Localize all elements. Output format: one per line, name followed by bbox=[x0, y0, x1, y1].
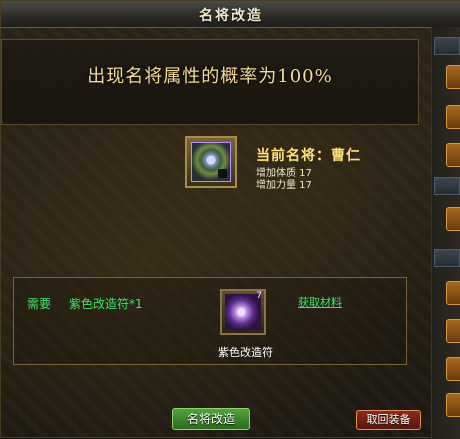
side-tab-button[interactable] bbox=[446, 281, 460, 305]
general-stat-constitution: 增加体质 17 bbox=[256, 168, 312, 179]
improve-general-button[interactable]: 名将改造 bbox=[172, 408, 250, 430]
side-tab-button[interactable] bbox=[446, 393, 460, 417]
reform-panel: 名将改造 出现名将属性的概率为100% 当前名将：曹仁 增加体质 17 增加力量… bbox=[0, 0, 460, 439]
side-tab-button[interactable] bbox=[446, 207, 460, 231]
current-general-name: 当前名将：曹仁 bbox=[256, 148, 361, 164]
material-slot[interactable]: 7 bbox=[220, 289, 266, 335]
side-strip-divider bbox=[434, 249, 460, 267]
probability-banner: 出现名将属性的概率为100% bbox=[1, 39, 419, 125]
window-title: 名将改造 bbox=[199, 8, 263, 24]
side-tab-button[interactable] bbox=[446, 319, 460, 343]
side-strip-divider bbox=[434, 37, 460, 55]
material-count: 7 bbox=[256, 291, 262, 301]
get-material-link[interactable]: 获取材料 bbox=[298, 294, 342, 310]
general-slot[interactable] bbox=[185, 136, 237, 188]
general-stat-strength: 增加力量 17 bbox=[256, 180, 312, 191]
probability-text: 出现名将属性的概率为100% bbox=[87, 66, 333, 87]
side-tab-button[interactable] bbox=[446, 357, 460, 381]
requirement-box bbox=[13, 277, 407, 365]
material-name: 紫色改造符 bbox=[218, 346, 273, 359]
title-bar: 名将改造 bbox=[1, 1, 460, 28]
lock-icon bbox=[218, 169, 227, 178]
need-label: 需要 bbox=[27, 297, 52, 311]
side-tab-button[interactable] bbox=[446, 105, 460, 129]
side-tab-button[interactable] bbox=[446, 65, 460, 89]
required-item-text: 紫色改造符*1 bbox=[69, 297, 143, 311]
side-strip-divider bbox=[434, 177, 460, 195]
general-portrait-icon bbox=[191, 142, 231, 182]
side-strip bbox=[431, 27, 460, 439]
side-tab-button[interactable] bbox=[446, 143, 460, 167]
retrieve-equipment-button[interactable]: 取回装备 bbox=[356, 410, 421, 430]
